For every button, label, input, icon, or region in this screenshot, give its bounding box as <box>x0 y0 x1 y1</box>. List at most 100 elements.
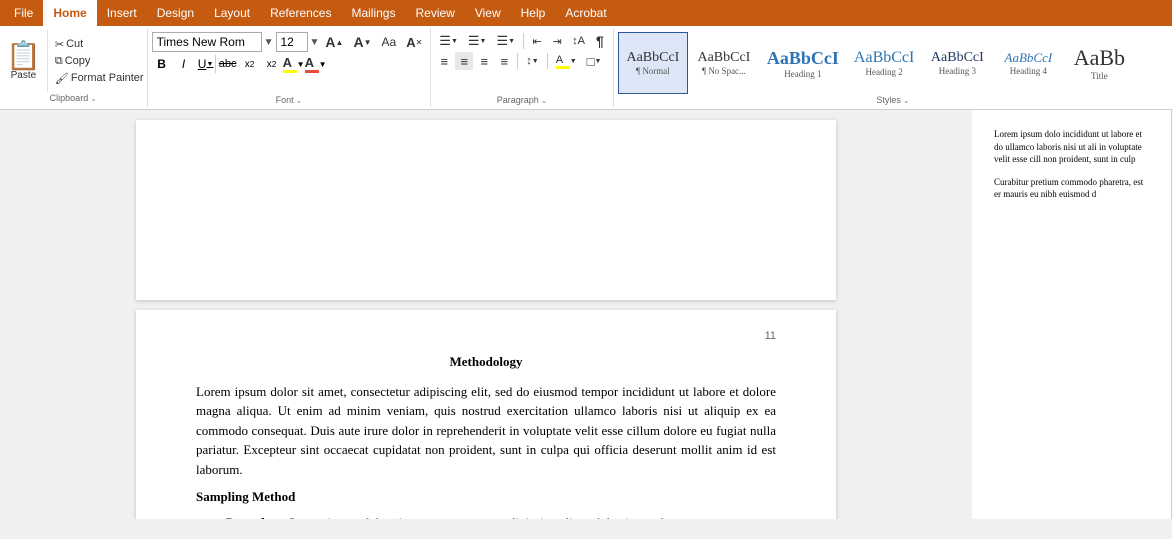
procedure-text: Lorem ipsum dolor sit amet, consectetur … <box>290 515 664 520</box>
font-name-dropdown-icon[interactable]: ▼ <box>264 37 274 48</box>
font-color-button[interactable]: A ▼ <box>306 54 326 74</box>
styles-expand-icon[interactable]: ⌄ <box>903 96 910 105</box>
style-title-preview: AaBb <box>1074 45 1125 71</box>
style-heading1[interactable]: AaBbCcI Heading 1 <box>760 32 846 94</box>
right-page: Lorem ipsum dolo incididunt ut labore et… <box>982 120 1162 215</box>
page-top-partial <box>136 120 836 300</box>
numbering-button[interactable]: ☰▼ <box>464 32 491 50</box>
align-center-button[interactable]: ≡ <box>455 52 473 70</box>
style-heading1-label: Heading 1 <box>784 69 821 79</box>
tab-view[interactable]: View <box>465 0 511 26</box>
font-decrease-button[interactable]: A▼ <box>349 33 375 51</box>
styles-section-body: AaBbCcI ¶ Normal AaBbCcI ¶ No Spac... Aa… <box>618 30 1168 94</box>
clipboard-sub: ✂ Cut ⧉ Copy 🖌 Format Painter <box>48 30 147 92</box>
tab-mailings[interactable]: Mailings <box>341 0 405 26</box>
font-size-dropdown-icon[interactable]: ▼ <box>310 37 320 48</box>
font-size-input[interactable] <box>276 32 308 52</box>
italic-button[interactable]: I <box>174 54 194 74</box>
copy-button[interactable]: ⧉ Copy <box>52 54 147 69</box>
tab-home[interactable]: Home <box>43 0 96 26</box>
style-title[interactable]: AaBb Title <box>1064 32 1134 94</box>
style-heading1-preview: AaBbCcI <box>767 48 839 69</box>
change-case-button[interactable]: Aa <box>378 33 401 51</box>
format-painter-button[interactable]: 🖌 Format Painter <box>52 71 147 86</box>
justify-button[interactable]: ≡ <box>495 52 513 70</box>
style-title-label: Title <box>1091 71 1108 81</box>
paste-button[interactable]: 📋 Paste <box>0 30 48 92</box>
align-left-button[interactable]: ≡ <box>435 52 453 70</box>
underline-button[interactable]: U▼ <box>196 54 216 74</box>
style-no-spacing-preview: AaBbCcI <box>697 50 750 66</box>
font-increase-button[interactable]: A▲ <box>321 33 347 51</box>
styles-section-label: Styles ⌄ <box>618 94 1168 107</box>
bold-button[interactable]: B <box>152 54 172 74</box>
font-section-label: Font ⌄ <box>152 94 427 107</box>
styles-gallery: AaBbCcI ¶ Normal AaBbCcI ¶ No Spac... Aa… <box>618 32 1168 94</box>
style-normal-label: ¶ Normal <box>636 66 670 76</box>
style-heading2[interactable]: AaBbCcI Heading 2 <box>847 32 921 94</box>
font-expand-icon[interactable]: ⌄ <box>296 96 303 105</box>
ribbon: 📋 Paste ✂ Cut ⧉ Copy <box>0 26 1172 110</box>
clipboard-expand-icon[interactable]: ⌄ <box>90 94 97 103</box>
align-right-button[interactable]: ≡ <box>475 52 493 70</box>
style-heading3[interactable]: AaBbCcI Heading 3 <box>922 32 992 94</box>
methodology-heading: Methodology <box>196 352 776 372</box>
style-heading3-label: Heading 3 <box>939 66 976 76</box>
superscript-button[interactable]: x2 <box>262 54 282 74</box>
text-highlight-button[interactable]: A ▼ <box>284 54 304 74</box>
decrease-indent-button[interactable]: ⇤ <box>528 32 546 50</box>
paste-icon: 📋 <box>6 42 41 70</box>
style-heading2-preview: AaBbCcI <box>854 49 914 67</box>
document-scroll[interactable]: 11 Methodology Lorem ipsum dolor sit ame… <box>0 110 972 519</box>
tab-file[interactable]: File <box>4 0 43 26</box>
font-section-body: ▼ ▼ A▲ A▼ Aa A ✕ B I U▼ <box>152 30 427 94</box>
sort-button[interactable]: ↕A <box>568 32 589 50</box>
strikethrough-button[interactable]: abc <box>218 54 238 74</box>
tab-design[interactable]: Design <box>147 0 204 26</box>
borders-button[interactable]: □▼ <box>583 52 606 70</box>
procedure-paragraph: Procedure. Lorem ipsum dolor sit amet, c… <box>196 513 776 520</box>
para-row1: ☰▼ ☰▼ ☰▼ ⇤ ⇥ ↕A ¶ <box>435 32 609 50</box>
tab-acrobat[interactable]: Acrobat <box>555 0 616 26</box>
paragraph-expand-icon[interactable]: ⌄ <box>541 96 548 105</box>
style-heading3-preview: AaBbCcI <box>931 50 984 66</box>
procedure-label: Procedure. <box>226 515 287 520</box>
tab-layout[interactable]: Layout <box>204 0 260 26</box>
clear-formatting-button[interactable]: A ✕ <box>402 33 426 51</box>
copy-icon: ⧉ <box>55 55 63 68</box>
separator3 <box>547 53 548 69</box>
para-row2: ≡ ≡ ≡ ≡ ↕▼ A ▼ □▼ <box>435 52 609 70</box>
right-pane: Lorem ipsum dolo incididunt ut labore et… <box>972 110 1172 519</box>
scissors-icon: ✂ <box>55 38 64 51</box>
style-heading2-label: Heading 2 <box>866 67 903 77</box>
separator2 <box>517 53 518 69</box>
font-row2: B I U▼ abc x2 x2 A ▼ <box>152 54 427 74</box>
style-normal[interactable]: AaBbCcI ¶ Normal <box>618 32 688 94</box>
font-name-input[interactable] <box>152 32 262 52</box>
style-heading4[interactable]: AaBbCcI Heading 4 <box>993 32 1063 94</box>
tab-review[interactable]: Review <box>405 0 464 26</box>
ribbon-tabs: File Home Insert Design Layout Reference… <box>0 0 1172 26</box>
font-section: ▼ ▼ A▲ A▼ Aa A ✕ B I U▼ <box>148 28 432 107</box>
paste-label: Paste <box>11 70 37 81</box>
page-number: 11 <box>196 330 776 342</box>
tab-insert[interactable]: Insert <box>97 0 147 26</box>
cut-button[interactable]: ✂ Cut <box>52 37 147 52</box>
style-heading4-preview: AaBbCcI <box>1005 50 1053 66</box>
tab-references[interactable]: References <box>260 0 341 26</box>
sampling-method-heading: Sampling Method <box>196 487 776 507</box>
document-area: 11 Methodology Lorem ipsum dolor sit ame… <box>0 110 1172 519</box>
bullets-button[interactable]: ☰▼ <box>435 32 462 50</box>
style-no-spacing[interactable]: AaBbCcI ¶ No Spac... <box>689 32 759 94</box>
increase-indent-button[interactable]: ⇥ <box>548 32 566 50</box>
tab-help[interactable]: Help <box>511 0 556 26</box>
subscript-button[interactable]: x2 <box>240 54 260 74</box>
line-spacing-button[interactable]: ↕▼ <box>522 52 542 70</box>
style-normal-preview: AaBbCcI <box>626 50 679 66</box>
show-formatting-marks-button[interactable]: ¶ <box>591 32 609 50</box>
document-content[interactable]: Methodology Lorem ipsum dolor sit amet, … <box>196 352 776 519</box>
style-heading4-label: Heading 4 <box>1010 66 1047 76</box>
ribbon-main: 📋 Paste ✂ Cut ⧉ Copy <box>0 26 1172 109</box>
multilevel-list-button[interactable]: ☰▼ <box>492 32 519 50</box>
shading-button[interactable]: A ▼ <box>552 52 581 70</box>
